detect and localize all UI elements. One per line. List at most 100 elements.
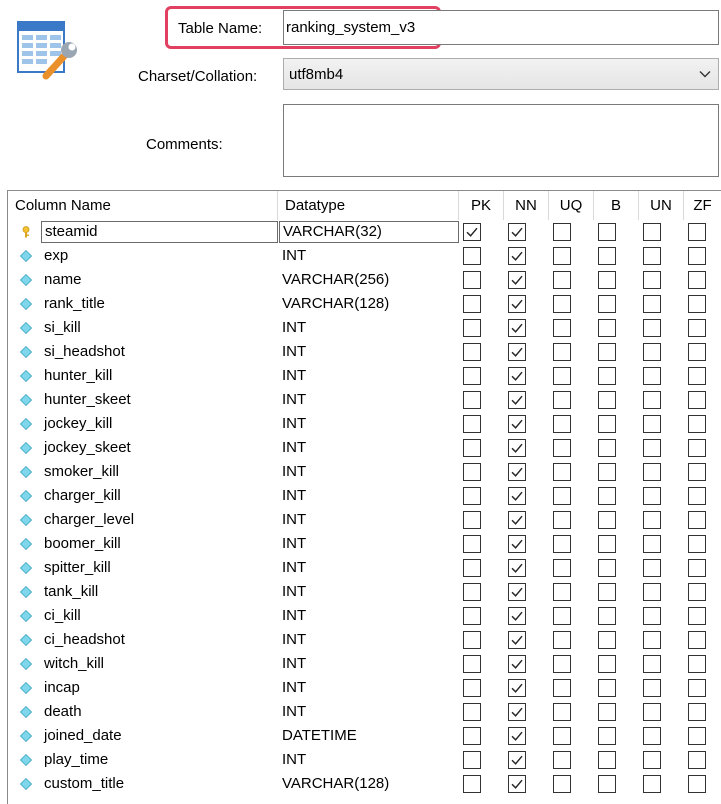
table-row[interactable]: witch_kill INT xyxy=(8,652,721,676)
header-un[interactable]: UN xyxy=(639,191,684,220)
column-name-cell[interactable]: play_time xyxy=(44,748,108,772)
checkbox-nn[interactable] xyxy=(508,439,526,457)
checkbox-zf[interactable] xyxy=(688,511,706,529)
datatype-cell[interactable]: INT xyxy=(282,676,306,700)
checkbox-zf[interactable] xyxy=(688,751,706,769)
checkbox-zf[interactable] xyxy=(688,367,706,385)
checkbox-un[interactable] xyxy=(643,487,661,505)
checkbox-nn[interactable] xyxy=(508,583,526,601)
checkbox-b[interactable] xyxy=(598,319,616,337)
datatype-cell[interactable]: INT xyxy=(282,436,306,460)
header-uq[interactable]: UQ xyxy=(549,191,594,220)
checkbox-zf[interactable] xyxy=(688,247,706,265)
checkbox-un[interactable] xyxy=(643,295,661,313)
checkbox-b[interactable] xyxy=(598,751,616,769)
checkbox-zf[interactable] xyxy=(688,655,706,673)
table-row[interactable]: incap INT xyxy=(8,676,721,700)
datatype-cell[interactable]: INT xyxy=(282,316,306,340)
column-name-cell[interactable]: ci_headshot xyxy=(44,628,125,652)
checkbox-uq[interactable] xyxy=(553,295,571,313)
checkbox-uq[interactable] xyxy=(553,511,571,529)
checkbox-pk[interactable] xyxy=(463,391,481,409)
column-name-cell[interactable]: boomer_kill xyxy=(44,532,121,556)
checkbox-zf[interactable] xyxy=(688,391,706,409)
checkbox-pk[interactable] xyxy=(463,343,481,361)
checkbox-nn[interactable] xyxy=(508,391,526,409)
checkbox-b[interactable] xyxy=(598,463,616,481)
checkbox-un[interactable] xyxy=(643,607,661,625)
column-name-cell[interactable]: death xyxy=(44,700,82,724)
table-row[interactable]: exp INT xyxy=(8,244,721,268)
column-name-cell[interactable]: smoker_kill xyxy=(44,460,119,484)
datatype-cell[interactable]: INT xyxy=(282,340,306,364)
checkbox-un[interactable] xyxy=(643,679,661,697)
checkbox-uq[interactable] xyxy=(553,223,571,241)
checkbox-nn[interactable] xyxy=(508,271,526,289)
table-row[interactable]: tank_kill INT xyxy=(8,580,721,604)
checkbox-uq[interactable] xyxy=(553,463,571,481)
checkbox-zf[interactable] xyxy=(688,727,706,745)
checkbox-uq[interactable] xyxy=(553,727,571,745)
charset-select[interactable]: utf8mb4 xyxy=(283,58,719,90)
checkbox-nn[interactable] xyxy=(508,727,526,745)
checkbox-b[interactable] xyxy=(598,487,616,505)
checkbox-pk[interactable] xyxy=(463,463,481,481)
datatype-cell[interactable]: INT xyxy=(282,556,306,580)
datatype-cell[interactable]: INT xyxy=(282,412,306,436)
table-row[interactable]: custom_title VARCHAR(128) xyxy=(8,772,721,796)
column-name-cell[interactable]: custom_title xyxy=(44,772,124,796)
checkbox-nn[interactable] xyxy=(508,559,526,577)
checkbox-pk[interactable] xyxy=(463,727,481,745)
column-name-cell[interactable]: ci_kill xyxy=(44,604,81,628)
checkbox-nn[interactable] xyxy=(508,703,526,721)
table-row[interactable]: play_time INT xyxy=(8,748,721,772)
checkbox-nn[interactable] xyxy=(508,247,526,265)
checkbox-nn[interactable] xyxy=(508,367,526,385)
checkbox-zf[interactable] xyxy=(688,559,706,577)
table-row[interactable]: ci_kill INT xyxy=(8,604,721,628)
checkbox-b[interactable] xyxy=(598,271,616,289)
table-row[interactable]: smoker_kill INT xyxy=(8,460,721,484)
checkbox-nn[interactable] xyxy=(508,223,526,241)
checkbox-uq[interactable] xyxy=(553,439,571,457)
header-zf[interactable]: ZF xyxy=(684,191,721,220)
checkbox-uq[interactable] xyxy=(553,751,571,769)
checkbox-uq[interactable] xyxy=(553,271,571,289)
header-b[interactable]: B xyxy=(594,191,639,220)
checkbox-nn[interactable] xyxy=(508,487,526,505)
table-row[interactable]: name VARCHAR(256) xyxy=(8,268,721,292)
checkbox-zf[interactable] xyxy=(688,415,706,433)
checkbox-uq[interactable] xyxy=(553,535,571,553)
checkbox-nn[interactable] xyxy=(508,295,526,313)
checkbox-un[interactable] xyxy=(643,727,661,745)
checkbox-nn[interactable] xyxy=(508,607,526,625)
checkbox-uq[interactable] xyxy=(553,631,571,649)
header-nn[interactable]: NN xyxy=(504,191,549,220)
column-name-cell[interactable]: si_headshot xyxy=(44,340,125,364)
checkbox-pk[interactable] xyxy=(463,559,481,577)
checkbox-pk[interactable] xyxy=(463,415,481,433)
checkbox-pk[interactable] xyxy=(463,439,481,457)
checkbox-b[interactable] xyxy=(598,247,616,265)
checkbox-uq[interactable] xyxy=(553,655,571,673)
table-row[interactable]: death INT xyxy=(8,700,721,724)
checkbox-zf[interactable] xyxy=(688,535,706,553)
checkbox-un[interactable] xyxy=(643,631,661,649)
datatype-cell[interactable]: INT xyxy=(282,580,306,604)
table-row[interactable]: si_headshot INT xyxy=(8,340,721,364)
column-name-cell[interactable]: tank_kill xyxy=(44,580,98,604)
checkbox-zf[interactable] xyxy=(688,223,706,241)
table-row[interactable]: charger_kill INT xyxy=(8,484,721,508)
checkbox-nn[interactable] xyxy=(508,679,526,697)
comments-textarea[interactable] xyxy=(283,104,719,177)
checkbox-zf[interactable] xyxy=(688,319,706,337)
checkbox-uq[interactable] xyxy=(553,583,571,601)
checkbox-un[interactable] xyxy=(643,655,661,673)
checkbox-un[interactable] xyxy=(643,343,661,361)
checkbox-b[interactable] xyxy=(598,607,616,625)
checkbox-b[interactable] xyxy=(598,775,616,793)
table-row[interactable]: hunter_kill INT xyxy=(8,364,721,388)
checkbox-un[interactable] xyxy=(643,559,661,577)
checkbox-un[interactable] xyxy=(643,703,661,721)
checkbox-nn[interactable] xyxy=(508,751,526,769)
